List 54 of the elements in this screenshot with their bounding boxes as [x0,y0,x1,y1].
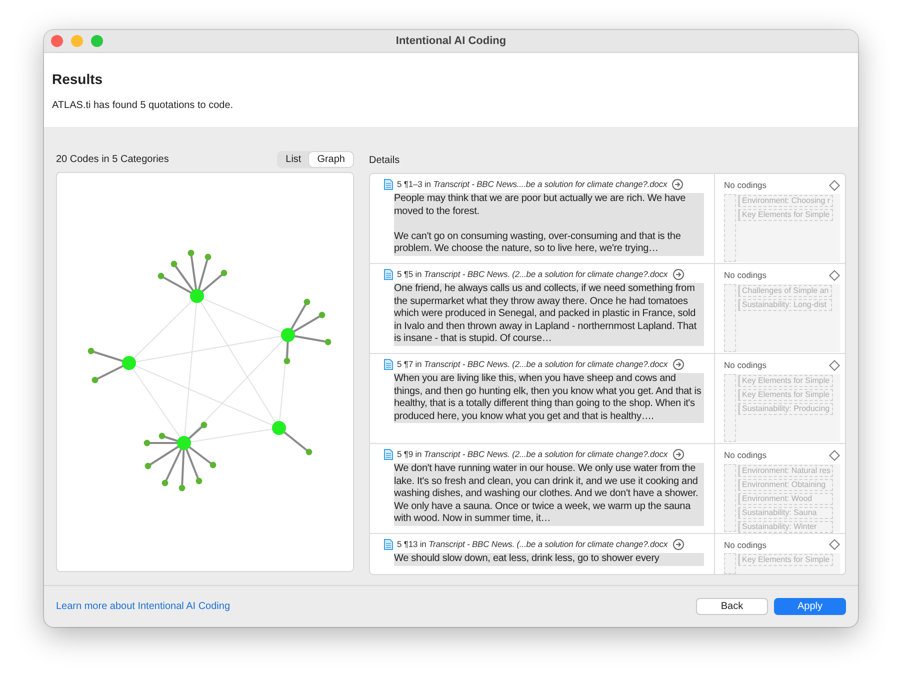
document-icon [384,268,393,280]
arrow-circle-icon[interactable] [672,178,684,190]
apply-button[interactable]: Apply [774,598,846,615]
suggested-code[interactable]: Key Elements for Simple [738,375,833,387]
window-title: Intentional AI Coding [396,35,506,47]
suggested-code[interactable]: Sustainability: Long-dist [738,299,832,311]
arrow-circle-icon[interactable] [672,268,684,280]
codings-status: No codings [724,450,767,460]
help-link[interactable]: Learn more about Intentional AI Coding [56,601,230,612]
quotation-reference: 5 ¶5 in Transcript - BBC News. (2...be a solution for climate change?.docx [397,269,668,279]
diamond-icon[interactable] [829,450,840,460]
diamond-icon[interactable] [829,360,840,370]
quotation-text: We don't have running water in our house. We only use water from the lake. It's so fresh and clean, you can drink it, and we use it cooking and washing dishes, and washing our clothes. And we don't have a shower. We only have a sauna. Once or twice a week, we warm up the sauna with wood. Now in summer time, it… [394,463,704,526]
results-heading: Results [52,71,104,87]
codings-status: No codings [724,540,767,550]
suggested-code[interactable]: Environment: Natural res [738,465,834,477]
quotation-reference: 5 ¶7 in Transcript - BBC News. (2...be a solution for climate change?.docx [397,359,668,369]
quotation-text: When you are living like this, when you have sheep and cows and things, and then go hunting elk, then you know what you get. And that is healthy, that is a totally different thing than going to the shop. When it's produced here, you know what you get and that is healthy…. [394,373,704,424]
suggested-code[interactable]: Challenges of Simple an [738,285,832,297]
suggested-code[interactable]: Environment: Wood [738,493,834,505]
document-icon [384,538,393,550]
document-icon [384,448,393,460]
suggested-code[interactable]: Sustainability: Winter [738,521,834,533]
quotation-text: We should slow down, eat less, drink less, go to shower every [394,553,704,566]
quotation-reference: 5 ¶9 in Transcript - BBC News. (2...be a solution for climate change?.docx [397,449,668,459]
suggested-code[interactable]: Key Elements for Simple [738,554,833,566]
diamond-icon[interactable] [829,270,840,280]
arrow-circle-icon[interactable] [672,448,684,460]
suggested-code[interactable]: Key Elements for Simple [738,389,833,401]
close-button[interactable] [51,35,63,47]
codings-status: No codings [724,360,767,370]
results-message: ATLAS.ti has found 5 quotations to code. [52,100,234,111]
suggested-code[interactable]: Environment: Obtaining [738,479,834,491]
arrow-circle-icon[interactable] [672,538,684,550]
quotation-text: One friend, he always calls us and collects, if we need something from the supermarket what they throw away there. Once he had tomatoes which were produced in Senegal, and packed in plastic in France, sold in Ivalo and then thrown away in Lapland - northernmost Lapland. That is insane - that is stupid. Of course… [394,283,704,346]
quotation-text: People may think that we are poor but actually we are rich. We have moved to the forest. We can't go on consuming wasting, over-consuming and that is the problem. We choose the nature, so to live here, we're trying… [394,193,704,256]
diamond-icon[interactable] [829,180,840,190]
codings-status: No codings [724,180,767,190]
view-toggle-option[interactable]: List [278,152,310,166]
quotation-reference: 5 ¶13 in Transcript - BBC News. (...be a solution for climate change?.docx [397,539,668,549]
suggested-code[interactable]: Sustainability: Producing [738,403,833,415]
suggested-code[interactable]: Environment: Choosing r [738,195,834,207]
codings-status: No codings [724,270,767,280]
codes-summary: 20 Codes in 5 Categories [56,154,169,164]
document-icon [384,178,393,190]
back-button[interactable]: Back [696,598,768,615]
view-toggle-option[interactable]: Graph [309,152,353,166]
document-icon [384,358,393,370]
suggested-code[interactable]: Key Elements for Simple [738,209,834,221]
diamond-icon[interactable] [829,539,840,550]
details-label: Details [369,155,401,167]
quotation-reference: 5 ¶1–3 in Transcript - BBC News....be a solution for climate change?.docx [397,179,668,189]
arrow-circle-icon[interactable] [672,358,684,370]
suggested-code[interactable]: Sustainability: Sauna [738,507,834,519]
